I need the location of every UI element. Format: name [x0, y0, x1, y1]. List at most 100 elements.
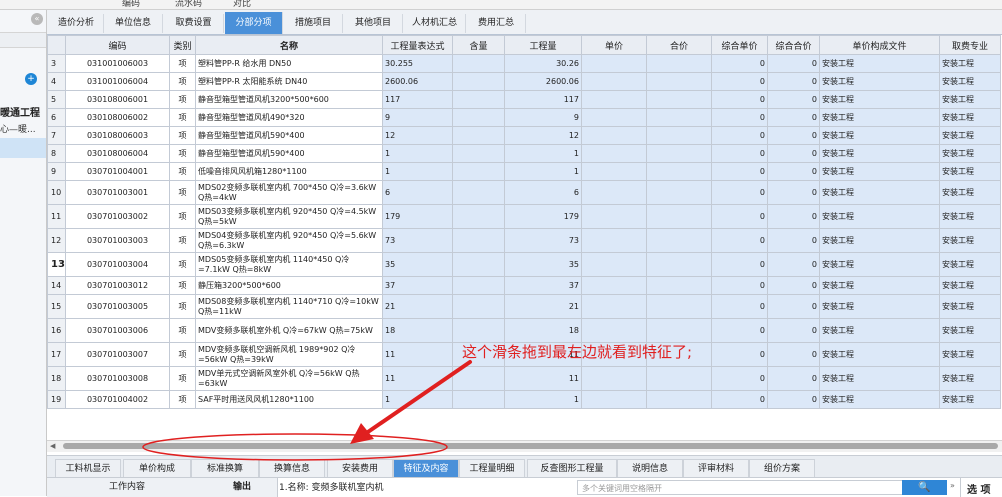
- cell-spec[interactable]: 安装工程: [939, 252, 1001, 277]
- cell-total[interactable]: [646, 90, 712, 109]
- cell-expr[interactable]: 6: [382, 180, 453, 205]
- cell-uprice[interactable]: 0: [711, 276, 768, 295]
- cell-utotal[interactable]: 0: [767, 366, 820, 391]
- cell-code[interactable]: 030701004002: [65, 390, 170, 409]
- cell-spec[interactable]: 安装工程: [939, 72, 1001, 91]
- cell-utotal[interactable]: 0: [767, 108, 820, 127]
- column-header-10[interactable]: 综合合价: [767, 35, 820, 55]
- cell-name[interactable]: 静音型箱型管道风机490*320: [195, 108, 383, 127]
- cell-spec[interactable]: 安装工程: [939, 180, 1001, 205]
- table-row[interactable]: 14 030701003012 项静压箱3200*500*600 37 37 0 0 安装工程…: [47, 276, 1001, 295]
- cell-name[interactable]: 静音型箱型管道风机590*400: [195, 126, 383, 145]
- cell-price[interactable]: [581, 366, 647, 391]
- cell-code[interactable]: 030701003007: [65, 342, 170, 367]
- cell-name[interactable]: 低噪音排风风机箱1280*1100: [195, 162, 383, 181]
- cell-expr[interactable]: 11: [382, 366, 453, 391]
- column-header-2[interactable]: 类别: [169, 35, 196, 55]
- cell-total[interactable]: [646, 162, 712, 181]
- cell-code[interactable]: 030701003004: [65, 252, 170, 277]
- table-row[interactable]: 11 030701003002 项 MDS03变频多联机室内机 920*450 Q冷=…: [47, 204, 1001, 229]
- cell-file[interactable]: 安装工程: [819, 252, 940, 277]
- cell-content[interactable]: [452, 390, 505, 409]
- cell-qty[interactable]: 2600.06: [504, 72, 582, 91]
- cell-expr[interactable]: 1: [382, 144, 453, 163]
- scroll-left-icon[interactable]: ◀: [50, 442, 55, 450]
- cell-expr[interactable]: 18: [382, 318, 453, 343]
- cell-qty[interactable]: 30.26: [504, 54, 582, 73]
- cell-expr[interactable]: 2600.06: [382, 72, 453, 91]
- column-header-1[interactable]: 编码: [65, 35, 170, 55]
- cell-uprice[interactable]: 0: [711, 54, 768, 73]
- cell-content[interactable]: [452, 144, 505, 163]
- cell-utotal[interactable]: 0: [767, 162, 820, 181]
- bottom-tab-4[interactable]: 安装费用: [327, 459, 393, 478]
- cell-spec[interactable]: 安装工程: [939, 90, 1001, 109]
- cell-uprice[interactable]: 0: [711, 72, 768, 91]
- cell-total[interactable]: [646, 204, 712, 229]
- cell-total[interactable]: [646, 390, 712, 409]
- cell-spec[interactable]: 安装工程: [939, 366, 1001, 391]
- bottom-tab-3[interactable]: 换算信息: [259, 459, 325, 478]
- cell-qty[interactable]: 35: [504, 252, 582, 277]
- top-strip-item-code[interactable]: 编码: [122, 0, 140, 9]
- tab-2[interactable]: 取费设置: [164, 14, 224, 33]
- cell-utotal[interactable]: 0: [767, 318, 820, 343]
- cell-price[interactable]: [581, 90, 647, 109]
- tree-selected-row[interactable]: [0, 138, 46, 158]
- cell-file[interactable]: 安装工程: [819, 294, 940, 319]
- tab-6[interactable]: 人材机汇总: [404, 14, 466, 33]
- cell-cat[interactable]: 项: [169, 126, 196, 145]
- cell-uprice[interactable]: 0: [711, 180, 768, 205]
- cell-content[interactable]: [452, 366, 505, 391]
- cell-content[interactable]: [452, 276, 505, 295]
- cell-content[interactable]: [452, 180, 505, 205]
- cell-price[interactable]: [581, 252, 647, 277]
- cell-uprice[interactable]: 0: [711, 108, 768, 127]
- cell-price[interactable]: [581, 390, 647, 409]
- cell-code[interactable]: 030701003008: [65, 366, 170, 391]
- cell-cat[interactable]: 项: [169, 162, 196, 181]
- cell-expr[interactable]: 37: [382, 276, 453, 295]
- cell-spec[interactable]: 安装工程: [939, 144, 1001, 163]
- cell-utotal[interactable]: 0: [767, 228, 820, 253]
- cell-spec[interactable]: 安装工程: [939, 294, 1001, 319]
- cell-uprice[interactable]: 0: [711, 126, 768, 145]
- cell-qty[interactable]: 73: [504, 228, 582, 253]
- cell-uprice[interactable]: 0: [711, 294, 768, 319]
- cell-expr[interactable]: 179: [382, 204, 453, 229]
- cell-content[interactable]: [452, 108, 505, 127]
- cell-cat[interactable]: 项: [169, 204, 196, 229]
- bottom-tab-5[interactable]: 特征及内容: [393, 459, 459, 478]
- cell-utotal[interactable]: 0: [767, 126, 820, 145]
- bottom-tab-7[interactable]: 反查图形工程量: [527, 459, 617, 478]
- cell-price[interactable]: [581, 294, 647, 319]
- cell-spec[interactable]: 安装工程: [939, 54, 1001, 73]
- bottom-tab-8[interactable]: 说明信息: [617, 459, 683, 478]
- cell-utotal[interactable]: 0: [767, 252, 820, 277]
- cell-total[interactable]: [646, 180, 712, 205]
- cell-expr[interactable]: 12: [382, 126, 453, 145]
- column-header-11[interactable]: 单价构成文件: [819, 35, 940, 55]
- bottom-tab-6[interactable]: 工程量明细: [459, 459, 525, 478]
- table-row[interactable]: 10 030701003001 项 MDS02变频多联机室内机 700*450 Q冷=…: [47, 180, 1001, 205]
- cell-cat[interactable]: 项: [169, 276, 196, 295]
- cell-name[interactable]: MDV变频多联机室外机 Q冷=67kW Q热=75kW: [195, 318, 383, 343]
- cell-cat[interactable]: 项: [169, 90, 196, 109]
- cell-code[interactable]: 030701003006: [65, 318, 170, 343]
- cell-name[interactable]: 静音型箱型管道风机3200*500*600: [195, 90, 383, 109]
- feature-text[interactable]: 1.名称: 变频多联机室内机: [279, 480, 383, 493]
- cell-cat[interactable]: 项: [169, 228, 196, 253]
- cell-content[interactable]: [452, 204, 505, 229]
- cell-utotal[interactable]: 0: [767, 90, 820, 109]
- cell-qty[interactable]: 11: [504, 366, 582, 391]
- cell-name[interactable]: 静压箱3200*500*600: [195, 276, 383, 295]
- cell-total[interactable]: [646, 72, 712, 91]
- cell-qty[interactable]: 6: [504, 180, 582, 205]
- cell-uprice[interactable]: 0: [711, 144, 768, 163]
- tree-item-hvac[interactable]: 暖通工程: [0, 104, 40, 119]
- cell-content[interactable]: [452, 72, 505, 91]
- cell-expr[interactable]: 1: [382, 390, 453, 409]
- cell-cat[interactable]: 项: [169, 342, 196, 367]
- scrollbar-thumb[interactable]: [63, 443, 998, 449]
- cell-uprice[interactable]: 0: [711, 342, 768, 367]
